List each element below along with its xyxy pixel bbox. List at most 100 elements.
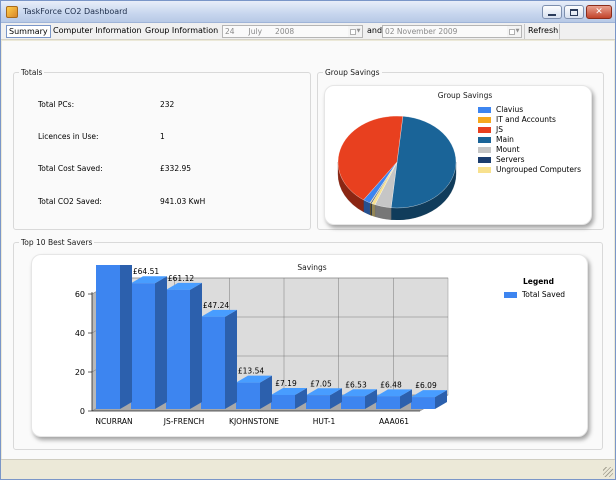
from-date-picker[interactable]: 24 July 2008 ▼ [222,25,363,38]
y-tick-label: 0 [80,407,85,416]
bar [271,394,295,409]
bar-data-label: £7.05 [310,379,332,388]
title-bar[interactable]: TaskForce CO2 Dashboard ✕ [1,1,615,23]
bar-data-label: £47.24 [203,301,229,310]
close-icon: ✕ [595,6,603,17]
licences-in-use-value: 1 [160,132,165,141]
bar [306,395,330,409]
legend-item-clavius: Clavius [478,105,523,114]
legend-item-label: Ungrouped Computers [496,165,581,174]
x-tick-label: JS-FRENCH [163,417,204,426]
chevron-down-icon: ▼ [356,28,361,34]
total-cost-saved-label: Total Cost Saved: [38,164,103,173]
toolbar-separator [559,24,560,39]
bar-side [225,309,237,409]
bar [166,289,190,409]
from-date-year: 2008 [275,27,295,36]
close-button[interactable]: ✕ [586,5,612,19]
minimize-icon [548,13,556,16]
total-pcs-value: 232 [160,100,175,109]
y-tick-label: 60 [75,290,85,299]
refresh-button[interactable]: Refresh [526,25,560,38]
bar-data-label: £7.19 [275,379,297,388]
pie-slice-side-ungrouped-computers [371,203,376,217]
legend-swatch [478,156,491,163]
from-date-month: July [248,27,263,36]
bar-side [155,276,167,409]
legend-swatch [504,291,517,298]
total-pcs-label: Total PCs: [38,100,75,109]
legend-item-label: Total Saved [522,290,566,299]
toolbar-separator [524,24,525,39]
totals-group: Totals Total PCs: 232 Licences in Use: 1… [13,68,311,230]
legend-item-js: JS [478,125,503,134]
to-date-value: 02 November 2009 [385,27,458,36]
total-cost-saved-value: £332.95 [160,164,192,173]
legend-item-label: IT and Accounts [496,115,556,124]
legend-item-label: Mount [496,145,520,154]
bar-data-label: £6.53 [345,380,367,389]
from-date-day: 24 [225,27,235,36]
bar [201,316,225,409]
group-savings-group: Group Savings Group Savings Clavius IT an… [317,68,604,230]
bar [96,265,120,409]
minimize-button[interactable] [542,5,562,19]
legend-swatch [478,166,491,173]
legend-item-total-saved: Total Saved [504,290,565,299]
top-savers-group: Top 10 Best Savers Savings 0 20 40 60 £6.09 £… [13,238,603,450]
bar-data-label: £64.51 [133,267,159,276]
app-icon [6,6,18,18]
status-bar [1,459,615,479]
y-tick-label: 40 [75,329,85,338]
app-window: TaskForce CO2 Dashboard ✕ Summary Comput… [0,0,616,480]
top-savers-group-title: Top 10 Best Savers [19,238,95,247]
legend-title: Legend [522,277,555,286]
group-savings-chart: Group Savings Clavius IT and Accounts JS Ma… [324,85,592,225]
tab-group-information[interactable]: Group Information [143,25,220,38]
bar-side [120,265,132,409]
bar-data-label: £13.54 [238,367,264,376]
bar [236,382,260,409]
legend-item-ungrouped-computers: Ungrouped Computers [478,165,581,174]
legend-item-servers: Servers [478,155,525,164]
bar-side [190,282,202,409]
legend-swatch [478,106,491,113]
legend-item-label: Clavius [496,105,524,114]
legend-item-label: JS [496,125,503,134]
x-tick-label: NCURRAN [95,417,132,426]
legend-swatch [478,116,491,123]
x-tick-label: AAA061 [379,417,409,426]
group-savings-chart-title: Group Savings [437,91,493,100]
tab-summary[interactable]: Summary [6,25,51,38]
pie-chart [337,115,457,220]
calendar-icon [349,28,356,35]
to-date-picker[interactable]: 02 November 2009 ▼ [382,25,522,38]
window-title: TaskForce CO2 Dashboard [23,7,128,16]
resize-grip-icon[interactable] [603,467,613,477]
x-tick-label: KJOHNSTONE [229,417,279,426]
legend-swatch [478,126,491,133]
savings-chart: Savings 0 20 40 60 £6.09 £6.48 £6.53 £7.05 £7.19… [31,254,588,437]
bar [341,396,365,409]
to-date-dropdown-button[interactable]: ▼ [507,26,521,37]
from-date-dropdown-button[interactable]: ▼ [348,26,362,37]
licences-in-use-label: Licences in Use: [38,132,99,141]
tab-computer-information[interactable]: Computer Information [51,25,144,38]
bar-data-label: £61.12 [168,274,194,283]
legend-item-label: Servers [496,155,525,164]
group-savings-legend: Clavius IT and Accounts JS Main Mount Servers… [478,105,590,175]
y-tick-label: 20 [75,368,85,377]
legend-swatch [478,136,491,143]
legend-swatch [478,146,491,153]
bar-data-label: £6.48 [380,380,402,389]
maximize-button[interactable] [564,5,584,19]
bar-data-label: £6.09 [415,381,437,390]
legend-item-mount: Mount [478,145,520,154]
bar [411,397,435,409]
bar [131,283,155,409]
main-content: Totals Total PCs: 232 Licences in Use: 1… [2,41,614,459]
bar-chart: 0 20 40 60 £6.09 £6.48 £6.53 £7.05 £7.19 £13.54 £4… [75,265,449,426]
total-co2-saved-value: 941.03 KwH [160,197,206,206]
group-savings-group-title: Group Savings [323,68,382,77]
chevron-down-icon: ▼ [515,28,520,34]
